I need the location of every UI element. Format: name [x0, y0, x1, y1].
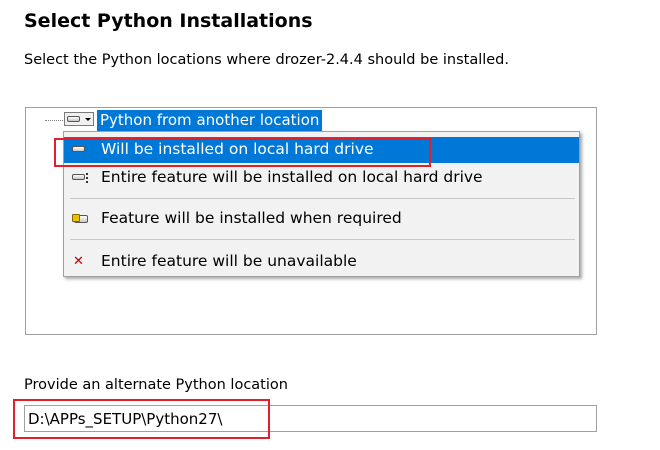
tree-connector-line — [45, 120, 65, 121]
install-on-demand-icon — [72, 214, 88, 223]
menu-item-label: Will be installed on local hard drive — [101, 140, 374, 158]
tree-item-python-another-location[interactable]: Python from another location — [97, 110, 323, 131]
drive-multi-icon — [72, 173, 92, 183]
menu-item-label: Entire feature will be installed on loca… — [101, 168, 483, 186]
menu-item-label: Feature will be installed when required — [101, 209, 402, 227]
menu-separator — [70, 239, 575, 240]
unavailable-x-icon: ✕ — [73, 254, 84, 269]
page-title: Select Python Installations — [24, 10, 313, 32]
feature-dropdown-button[interactable] — [64, 112, 94, 126]
menu-item-label: Entire feature will be unavailable — [101, 252, 357, 270]
alternate-location-label: Provide an alternate Python location — [24, 377, 288, 393]
drive-icon — [72, 146, 85, 152]
drive-icon — [67, 116, 80, 122]
feature-install-menu: Will be installed on local hard drive En… — [63, 131, 580, 277]
menu-item-unavailable[interactable]: ✕ Entire feature will be unavailable — [64, 249, 579, 275]
menu-item-install-local[interactable]: Will be installed on local hard drive — [64, 137, 579, 163]
chevron-down-icon — [85, 118, 91, 121]
menu-item-install-entire-local[interactable]: Entire feature will be installed on loca… — [64, 165, 579, 191]
alternate-location-input[interactable] — [24, 405, 597, 432]
page-subtitle: Select the Python locations where drozer… — [24, 52, 509, 68]
menu-item-install-when-required[interactable]: Feature will be installed when required — [64, 206, 579, 232]
menu-separator — [70, 198, 575, 199]
